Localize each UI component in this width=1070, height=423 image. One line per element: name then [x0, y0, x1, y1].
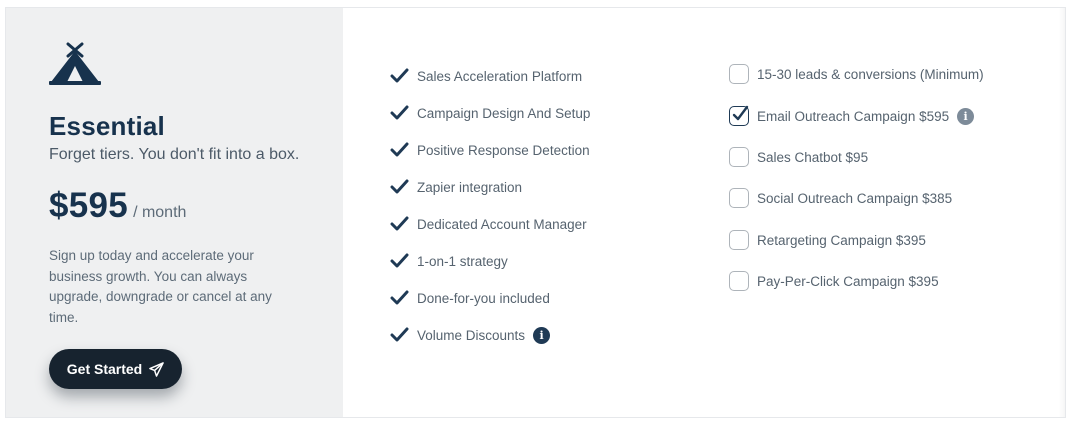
addon-label: Social Outreach Campaign $385 [757, 190, 953, 206]
feature-item: Done-for-you included [390, 288, 550, 308]
tent-icon [49, 42, 101, 85]
check-icon [390, 290, 409, 305]
panel-edge [1059, 8, 1065, 417]
pricing-card: Essential Forget tiers. You don't fit in… [5, 7, 1066, 418]
addon-checkbox[interactable] [729, 271, 749, 291]
check-icon [390, 105, 409, 120]
plan-period: / month [133, 204, 187, 221]
paper-plane-icon [149, 361, 165, 377]
addon-checkbox[interactable] [729, 230, 749, 250]
feature-item: Dedicated Account Manager [390, 214, 587, 234]
feature-item: Positive Response Detection [390, 140, 590, 160]
addon-label: Pay-Per-Click Campaign $395 [757, 273, 939, 289]
get-started-label: Get Started [66, 361, 143, 377]
addon-label: Sales Chatbot $95 [757, 149, 869, 165]
addon-checkbox[interactable] [729, 64, 749, 84]
addon-option[interactable]: Email Outreach Campaign $595 i [729, 105, 975, 127]
plan-tagline: Forget tiers. You don't fit into a box. [49, 146, 300, 163]
addon-label: Email Outreach Campaign $595 [757, 108, 950, 124]
addon-label: 15-30 leads & conversions (Minimum) [757, 66, 984, 82]
check-icon [390, 327, 409, 342]
feature-label: Sales Acceleration Platform [417, 68, 583, 84]
check-icon [390, 142, 409, 157]
feature-item: Sales Acceleration Platform [390, 66, 582, 86]
check-icon [390, 253, 409, 268]
addon-label: Retargeting Campaign $395 [757, 232, 926, 248]
price-row: $595 / month [49, 186, 186, 226]
feature-label: 1-on-1 strategy [417, 253, 508, 269]
addon-checkbox[interactable] [729, 188, 749, 208]
addon-checkbox[interactable] [729, 105, 749, 126]
addon-option[interactable]: Social Outreach Campaign $385 [729, 187, 952, 209]
plan-description: Sign up today and accelerate your busine… [49, 248, 272, 325]
plan-summary-panel: Essential Forget tiers. You don't fit in… [6, 8, 343, 417]
feature-item: Campaign Design And Setup [390, 103, 590, 123]
addon-option[interactable]: Retargeting Campaign $395 [729, 229, 926, 251]
check-icon [732, 105, 749, 121]
feature-label: Done-for-you included [417, 290, 550, 306]
feature-item: 1-on-1 strategy [390, 251, 508, 271]
plan-details-panel: Sales Acceleration Platform Campaign Des… [343, 8, 1065, 417]
addon-checkbox[interactable] [729, 147, 749, 167]
feature-label: Campaign Design And Setup [417, 105, 591, 121]
feature-item: Volume Discounts i [390, 325, 551, 345]
plan-price: $595 [49, 186, 129, 225]
addon-option[interactable]: 15-30 leads & conversions (Minimum) [729, 63, 984, 85]
info-icon[interactable]: i [957, 107, 975, 125]
feature-label: Volume Discounts [417, 327, 526, 343]
get-started-button[interactable]: Get Started [49, 349, 182, 389]
addon-option[interactable]: Sales Chatbot $95 [729, 146, 868, 168]
info-icon[interactable]: i [533, 326, 551, 344]
feature-label: Dedicated Account Manager [417, 216, 587, 232]
check-icon [390, 179, 409, 194]
addon-option[interactable]: Pay-Per-Click Campaign $395 [729, 270, 939, 292]
feature-item: Zapier integration [390, 177, 522, 197]
plan-name: Essential [49, 111, 165, 141]
feature-label: Positive Response Detection [417, 142, 590, 158]
check-icon [390, 216, 409, 231]
check-icon [390, 68, 409, 83]
feature-label: Zapier integration [417, 179, 523, 195]
